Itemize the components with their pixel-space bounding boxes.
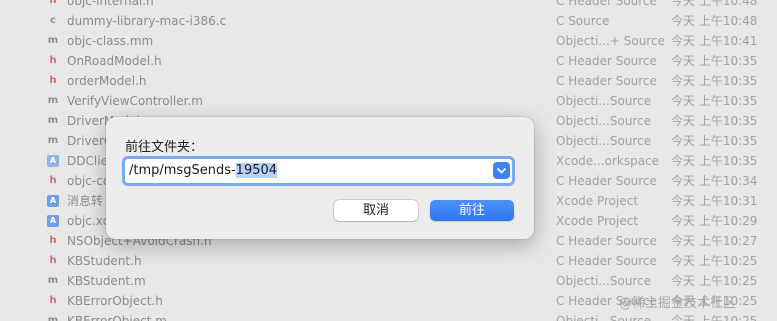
header-file-icon: h [49,235,57,246]
file-name: VerifyViewController.m [67,94,203,108]
xcode-project-icon: A [47,215,59,227]
file-kind: C Source [556,14,610,28]
file-row[interactable]: m KBErrorObject.m Objecti...Source 今天 上午10:… [0,311,777,321]
path-combo-box[interactable]: /tmp/msgSends-19504 [122,156,515,186]
file-date-modified: 今天 上午10:29 [671,214,758,228]
file-kind: C Header Source [556,54,657,68]
file-kind: C Header Source [556,174,657,188]
file-date-modified: 今天 上午10:35 [671,54,758,68]
watermark: @稀土掘金技术社区 [619,296,737,311]
history-dropdown-button[interactable] [493,162,510,179]
file-name: dummy-library-mac-i386.c [67,14,227,28]
go-button[interactable]: 前往 [430,200,514,221]
chevron-down-icon [497,168,506,174]
file-date-modified: 今天 上午10:25 [671,314,758,321]
file-kind: Objecti...Source [556,114,652,128]
file-name: DDClie [67,154,108,168]
objc-source-file-icon: m [47,35,59,46]
file-kind: Objecti...Source [556,314,652,321]
file-kind: C Header Source [556,0,657,8]
file-date-modified: 今天 上午10:31 [671,194,758,208]
file-date-modified: 今天 上午10:25 [671,274,758,288]
header-file-icon: h [49,295,57,306]
objc-source-file-icon: m [47,275,59,286]
cancel-button[interactable]: 取消 [334,200,418,221]
objc-source-file-icon: m [47,115,59,126]
file-date-modified: 今天 上午10:27 [671,234,758,248]
file-date-modified: 今天 上午10:35 [671,94,758,108]
file-row[interactable]: h OnRoadModel.h C Header Source 今天 上午10:35 [0,51,777,71]
file-row[interactable]: h objc-internal.h C Header Source 今天 上午10:4… [0,0,777,11]
file-name: objc-internal.h [67,0,154,8]
file-kind: Objecti...+ Source [556,34,665,48]
file-kind: Xcode Project [556,194,639,208]
file-kind: Objecti...Source [556,274,652,288]
file-kind: Xcode...orkspace [556,154,660,168]
file-date-modified: 今天 上午10:48 [671,14,758,28]
file-name: KBErrorObject.h [67,294,163,308]
file-name: orderModel.h [67,74,147,88]
file-name: 消息转 [67,194,104,208]
file-kind: C Header Source [556,234,657,248]
path-text: /tmp/msgSends- [129,163,236,178]
file-kind: C Header Source [556,254,657,268]
file-name: KBStudent.m [67,274,146,288]
xcode-project-icon: A [47,195,59,207]
file-row[interactable]: m VerifyViewController.m Objecti...Source 今… [0,91,777,111]
file-name: objc-class.mm [67,34,154,48]
file-date-modified: 今天 上午10:41 [671,34,758,48]
file-row[interactable]: m objc-class.mm Objecti...+ Source 今天 上午10:… [0,31,777,51]
file-date-modified: 今天 上午10:34 [671,174,758,188]
file-name: objc.xc [67,214,110,228]
objc-source-file-icon: m [47,135,59,146]
xcode-workspace-icon: A [47,155,59,167]
file-row[interactable]: h orderModel.h C Header Source 今天 上午10:35 [0,71,777,91]
file-date-modified: 今天 上午10:35 [671,154,758,168]
file-name: objc-co [67,174,111,188]
objc-source-file-icon: m [47,315,59,321]
file-row[interactable]: m KBStudent.m Objecti...Source 今天 上午10:25 [0,271,777,291]
c-source-file-icon: c [50,15,56,26]
file-kind: Objecti...Source [556,94,652,108]
file-date-modified: 今天 上午10:35 [671,134,758,148]
header-file-icon: h [49,75,57,86]
header-file-icon: h [49,175,57,186]
file-row[interactable]: c dummy-library-mac-i386.c C Source 今天 上午10… [0,11,777,31]
dialog-title: 前往文件夹： [125,140,204,155]
file-name: KBErrorObject.m [67,314,167,321]
file-date-modified: 今天 上午10:25 [671,254,758,268]
file-date-modified: 今天 上午10:35 [671,74,758,88]
file-name: OnRoadModel.h [67,54,162,68]
header-file-icon: h [49,255,57,266]
header-file-icon: h [49,0,57,6]
file-date-modified: 今天 上午10:48 [671,0,758,8]
file-kind: C Header Source [556,74,657,88]
objc-source-file-icon: m [47,95,59,106]
file-kind: Xcode Project [556,214,639,228]
path-input[interactable]: /tmp/msgSends-19504 [129,162,489,180]
file-row[interactable]: h KBStudent.h C Header Source 今天 上午10:25 [0,251,777,271]
path-selected-text: 19504 [235,163,278,178]
file-kind: Objecti...Source [556,134,652,148]
file-name: KBStudent.h [67,254,142,268]
header-file-icon: h [49,55,57,66]
go-to-folder-dialog: 前往文件夹： /tmp/msgSends-19504 取消 前往 [106,117,534,239]
file-date-modified: 今天 上午10:35 [671,114,758,128]
